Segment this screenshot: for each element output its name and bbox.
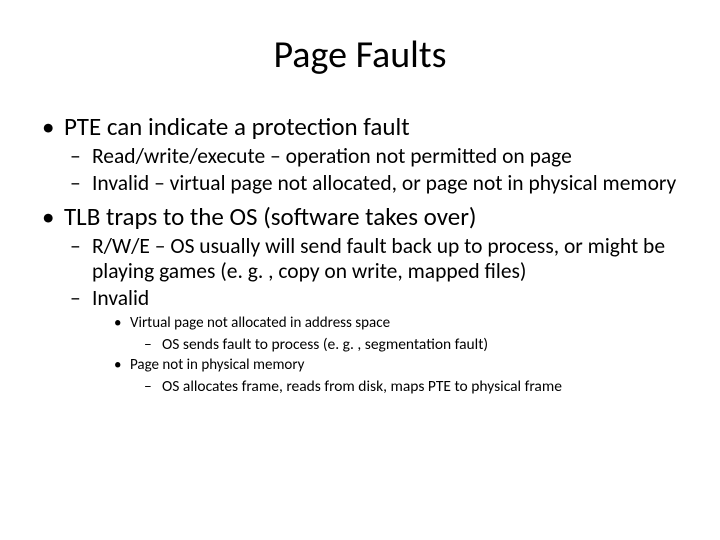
bullet-l2: Read/write/execute – operation not permi…	[36, 144, 684, 169]
bullet-l1: PTE can indicate a protection fault	[36, 112, 684, 142]
bullet-l4: OS allocates frame, reads from disk, map…	[36, 377, 684, 396]
bullet-l3: Virtual page not allocated in address sp…	[36, 314, 684, 333]
bullet-l2: R/W/E – OS usually will send fault back …	[36, 234, 684, 285]
bullet-l2: Invalid	[36, 286, 684, 311]
slide-content: PTE can indicate a protection fault Read…	[0, 112, 720, 396]
slide-title: Page Faults	[0, 32, 720, 78]
bullet-l1: TLB traps to the OS (software takes over…	[36, 202, 684, 232]
slide: Page Faults PTE can indicate a protectio…	[0, 32, 720, 540]
bullet-l4: OS sends fault to process (e. g. , segme…	[36, 335, 684, 354]
bullet-l2: Invalid – virtual page not allocated, or…	[36, 171, 684, 196]
bullet-l3: Page not in physical memory	[36, 356, 684, 375]
bullet-list: PTE can indicate a protection fault Read…	[36, 112, 684, 396]
